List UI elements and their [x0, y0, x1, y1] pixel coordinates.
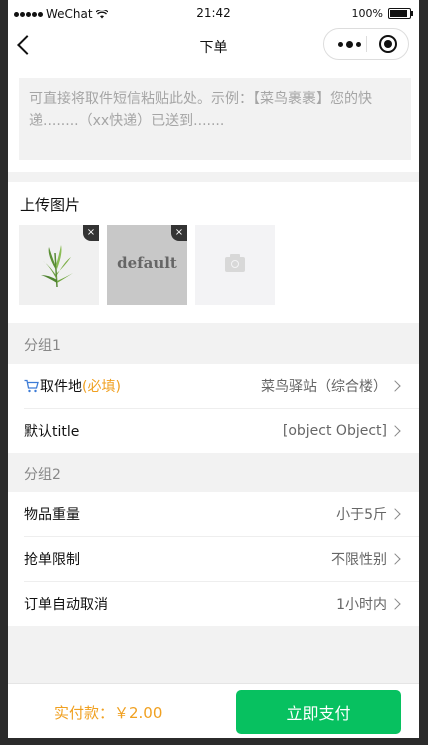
upload-label: 上传图片 — [20, 196, 81, 214]
required-marker: (必填) — [82, 379, 121, 395]
image-upload-section: 上传图片 × default × — [8, 182, 419, 323]
default-title-row[interactable]: 默认title [object Object] — [24, 409, 419, 453]
note-section — [8, 66, 419, 172]
chevron-right-icon — [389, 508, 401, 520]
row-label: 物品重量 — [24, 507, 80, 523]
row-value: 小于5斤 — [336, 507, 387, 523]
pay-now-button[interactable]: 立即支付 — [236, 690, 401, 734]
checkout-bar: 实付款：￥2.00 立即支付 — [8, 683, 419, 738]
row-value: 不限性别 — [331, 552, 387, 568]
chevron-right-icon — [389, 598, 401, 610]
mini-program-capsule — [323, 28, 409, 60]
default-image-text: default — [117, 254, 177, 272]
row-value: [object Object] — [282, 423, 387, 439]
more-options-icon[interactable] — [338, 41, 361, 48]
delete-image-button[interactable]: × — [171, 225, 187, 241]
battery-status: 100% — [351, 7, 413, 20]
add-image-button[interactable] — [195, 225, 275, 305]
total-price: 实付款：￥2.00 — [54, 704, 163, 722]
row-value: 菜鸟驿站（综合楼） — [261, 379, 387, 395]
group-title: 分组2 — [24, 467, 61, 483]
row-label: 取件地 — [40, 379, 82, 395]
order-restriction-row[interactable]: 抢单限制 不限性别 — [24, 537, 419, 582]
battery-icon — [388, 8, 413, 19]
capsule-divider — [366, 36, 367, 52]
chevron-right-icon — [389, 553, 401, 565]
group2-cells: 物品重量 小于5斤 抢单限制 不限性别 订单自动取消 1小时内 — [8, 492, 419, 626]
row-label: 订单自动取消 — [24, 597, 108, 613]
nav-bar: 下单 — [8, 26, 419, 66]
group1-cells: 取件地 (必填) 菜鸟驿站（综合楼） 默认title [object Objec… — [8, 364, 419, 453]
group-title: 分组1 — [24, 338, 61, 354]
chevron-right-icon — [389, 380, 401, 392]
row-label: 默认title — [24, 424, 80, 440]
delete-image-button[interactable]: × — [83, 225, 99, 241]
close-program-icon[interactable] — [379, 35, 397, 53]
app-frame: WeChat 21:42 100% 下单 上传图片 — [8, 0, 419, 738]
row-label: 抢单限制 — [24, 552, 80, 568]
status-bar: WeChat 21:42 100% — [8, 0, 419, 26]
cart-icon — [24, 379, 39, 393]
row-value: 1小时内 — [336, 597, 387, 613]
camera-icon — [225, 254, 245, 272]
pickup-location-row[interactable]: 取件地 (必填) 菜鸟驿站（综合楼） — [24, 364, 419, 409]
sms-paste-input[interactable] — [19, 78, 411, 160]
auto-cancel-row[interactable]: 订单自动取消 1小时内 — [24, 582, 419, 626]
battery-level: 100% — [351, 7, 383, 20]
chevron-right-icon — [389, 425, 401, 437]
item-weight-row[interactable]: 物品重量 小于5斤 — [24, 492, 419, 537]
